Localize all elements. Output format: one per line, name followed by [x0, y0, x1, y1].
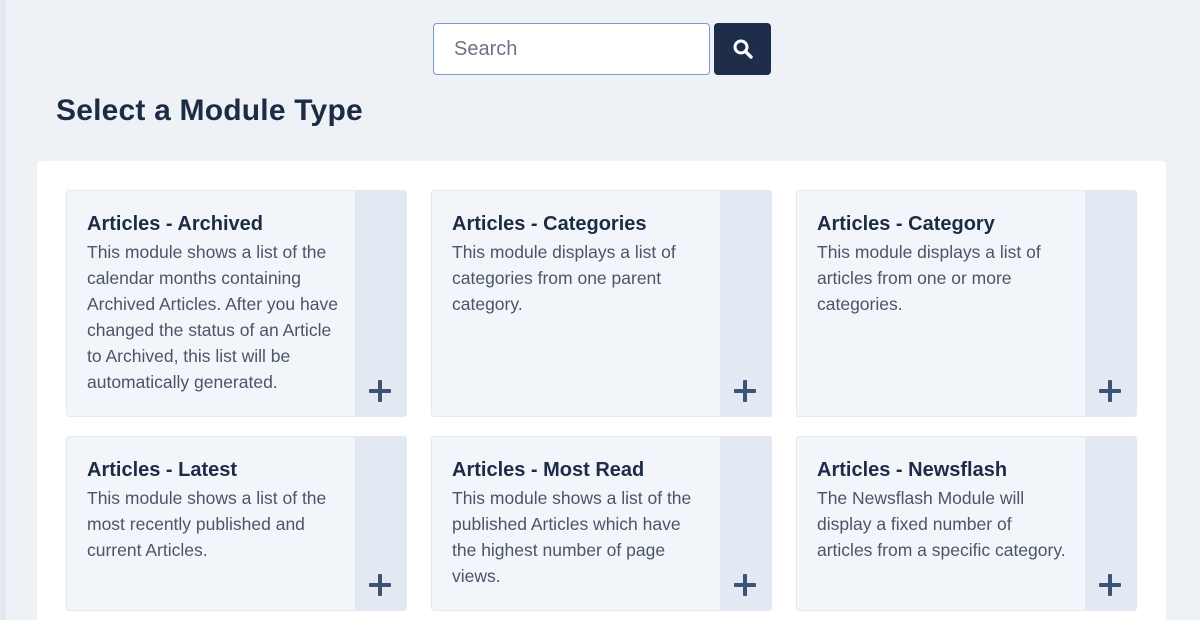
search-icon	[733, 39, 753, 59]
module-card-articles-archived[interactable]: Articles - Archived This module shows a …	[66, 190, 407, 417]
module-card-body: Articles - Newsflash The Newsflash Modul…	[797, 437, 1086, 610]
search-bar	[433, 23, 771, 75]
module-title: Articles - Most Read	[452, 459, 645, 481]
plus-icon	[1099, 574, 1121, 596]
add-module-button[interactable]	[720, 191, 771, 416]
plus-icon	[369, 574, 391, 596]
plus-icon	[734, 574, 756, 596]
module-card-body: Articles - Categories This module displa…	[432, 191, 721, 416]
module-card-body: Articles - Most Read This module shows a…	[432, 437, 721, 610]
add-module-button[interactable]	[355, 437, 406, 610]
add-module-button[interactable]	[1085, 437, 1136, 610]
module-card-articles-most-read[interactable]: Articles - Most Read This module shows a…	[431, 436, 772, 611]
module-description: The Newsflash Module will display a fixe…	[817, 488, 1066, 560]
add-module-button[interactable]	[355, 191, 406, 416]
module-title: Articles - Category	[817, 213, 995, 235]
module-description: This module shows a list of the publishe…	[452, 488, 692, 586]
search-button[interactable]	[714, 23, 771, 75]
module-card-body: Articles - Latest This module shows a li…	[67, 437, 356, 610]
module-description: This module displays a list of articles …	[817, 242, 1041, 314]
plus-icon	[369, 380, 391, 402]
module-title: Articles - Newsflash	[817, 459, 1008, 481]
module-card-articles-categories[interactable]: Articles - Categories This module displa…	[431, 190, 772, 417]
module-title: Articles - Archived	[87, 213, 263, 235]
search-input[interactable]	[433, 23, 710, 75]
module-description: This module shows a list of the calendar…	[87, 242, 338, 392]
module-title: Articles - Latest	[87, 459, 238, 481]
module-list-panel: Articles - Archived This module shows a …	[37, 161, 1166, 620]
page-title: Select a Module Type	[56, 94, 363, 127]
module-card-articles-newsflash[interactable]: Articles - Newsflash The Newsflash Modul…	[796, 436, 1137, 611]
module-card-body: Articles - Category This module displays…	[797, 191, 1086, 416]
module-selection-page: Select a Module Type Articles - Archived…	[0, 0, 1200, 620]
module-description: This module displays a list of categorie…	[452, 242, 676, 314]
plus-icon	[734, 380, 756, 402]
module-card-body: Articles - Archived This module shows a …	[67, 191, 356, 416]
add-module-button[interactable]	[1085, 191, 1136, 416]
add-module-button[interactable]	[720, 437, 771, 610]
left-edge-strip	[0, 0, 6, 620]
module-title: Articles - Categories	[452, 213, 647, 235]
module-card-articles-category[interactable]: Articles - Category This module displays…	[796, 190, 1137, 417]
module-card-articles-latest[interactable]: Articles - Latest This module shows a li…	[66, 436, 407, 611]
plus-icon	[1099, 380, 1121, 402]
module-description: This module shows a list of the most rec…	[87, 488, 327, 560]
